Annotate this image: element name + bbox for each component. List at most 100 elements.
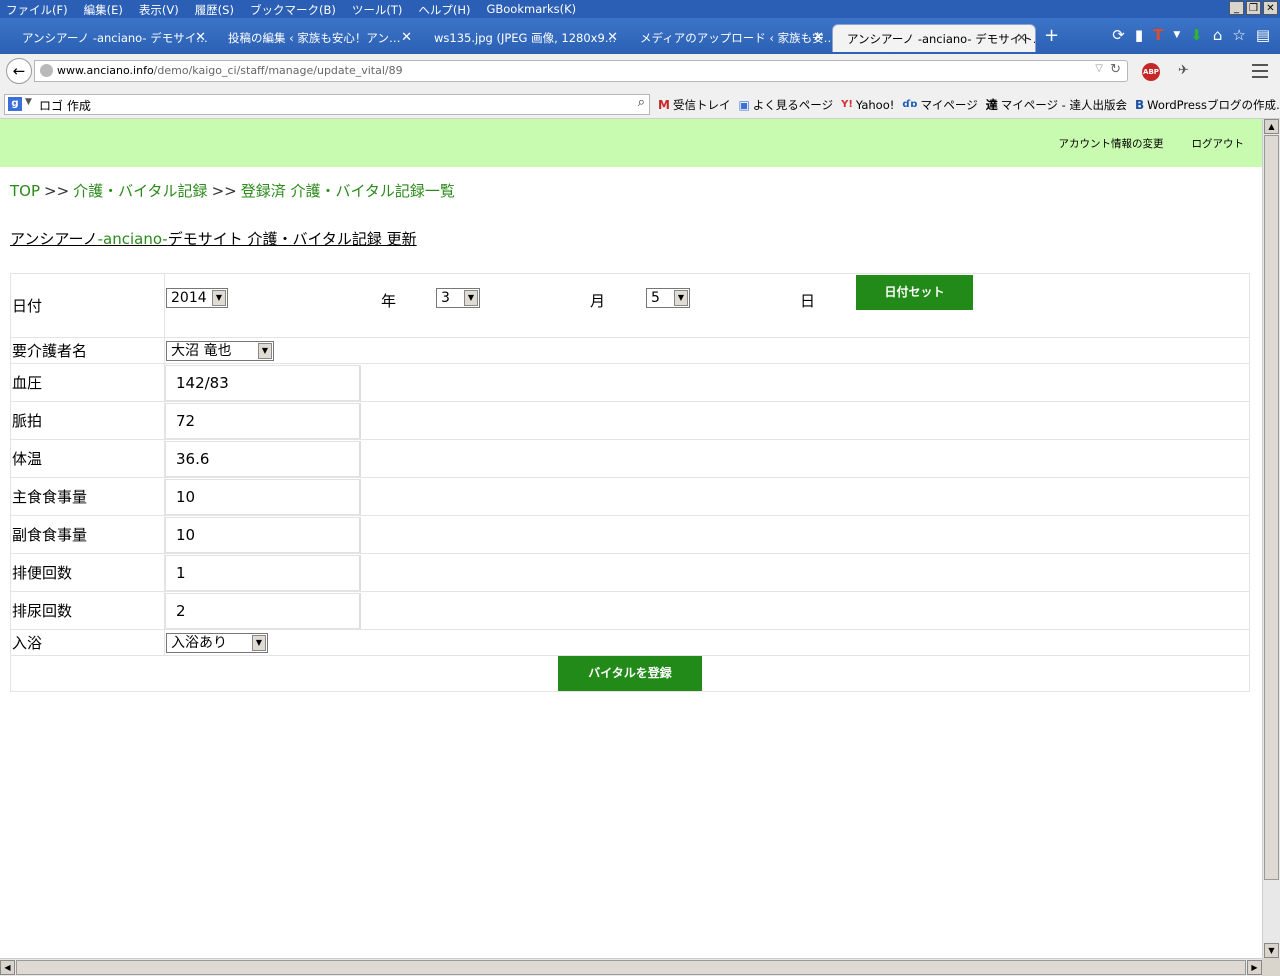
panel-icon[interactable]: ▤ xyxy=(1256,26,1270,44)
restore-icon[interactable]: ❐ xyxy=(1246,1,1261,15)
adblock-icon[interactable]: ABP xyxy=(1142,63,1160,81)
tab-3[interactable]: ws135.jpg (JPEG 画像, 1280x9… ✕ xyxy=(420,24,626,52)
menu-help[interactable]: ヘルプ(H) xyxy=(418,2,470,18)
day-unit: 日 xyxy=(800,292,816,310)
temperature-input[interactable]: 36.6 xyxy=(165,440,361,477)
download-icon[interactable]: ⬇ xyxy=(1190,26,1203,44)
menu-file[interactable]: ファイル(F) xyxy=(6,2,68,18)
logout-link[interactable]: ログアウト xyxy=(1192,136,1245,151)
tab-label: 投稿の編集 ‹ 家族も安心！アン… xyxy=(228,31,401,45)
scrollbar-thumb[interactable] xyxy=(1264,135,1279,880)
breadcrumb-record-list[interactable]: 登録済 介護・バイタル記録一覧 xyxy=(241,182,455,200)
star-icon[interactable]: ☆ xyxy=(1232,26,1245,44)
bowel-count-label: 排便回数 xyxy=(10,553,165,592)
close-tab-icon[interactable]: ✕ xyxy=(1016,25,1027,52)
toolbar-icons: ⟳ ▮ T ▼ ⬇ ⌂ ☆ ▤ xyxy=(1112,26,1270,44)
bath-select[interactable]: 入浴あり ▼ xyxy=(166,632,268,653)
urination-count-label: 排尿回数 xyxy=(10,591,165,630)
bookmark-mypage[interactable]: ɗɒ マイページ xyxy=(902,96,977,113)
tab-1[interactable]: アンシアーノ -anciano- デモサイ… ✕ xyxy=(8,24,214,52)
main-meal-row: 主食食事量 10 xyxy=(10,477,1250,516)
home-icon[interactable]: ⌂ xyxy=(1213,26,1223,44)
tab-label: アンシアーノ -anciano- デモサイ… xyxy=(22,31,208,45)
tab-5-active[interactable]: アンシアーノ -anciano- デモサイト… ✕ xyxy=(832,24,1036,52)
bookmark-frequent[interactable]: ▣ よく見るページ xyxy=(738,96,833,113)
year-select[interactable]: 2014 ▼ xyxy=(166,288,228,308)
chevron-down-icon[interactable]: ▼ xyxy=(212,290,226,306)
menu-hamburger-icon[interactable] xyxy=(1252,64,1268,78)
bookmark-icon[interactable]: ▮ xyxy=(1135,26,1143,44)
tab-4[interactable]: メディアのアップロード ‹ 家族も安… ✕ xyxy=(626,24,832,52)
pulse-label: 脈拍 xyxy=(10,401,165,440)
scrollbar-thumb[interactable] xyxy=(16,960,1246,975)
menu-bookmarks[interactable]: ブックマーク(B) xyxy=(250,2,336,18)
date-set-button[interactable]: 日付セット xyxy=(856,275,973,310)
breadcrumb-top[interactable]: TOP xyxy=(10,182,40,200)
menu-history[interactable]: 履歴(S) xyxy=(195,2,234,18)
search-icon[interactable]: ⌕ xyxy=(638,95,645,110)
main-meal-input[interactable]: 10 xyxy=(165,478,361,515)
side-meal-input[interactable]: 10 xyxy=(165,516,361,553)
register-vitals-button[interactable]: バイタルを登録 xyxy=(558,656,702,691)
urination-count-input[interactable]: 2 xyxy=(165,592,361,629)
horizontal-scrollbar[interactable]: ◀ ▶ xyxy=(0,958,1262,976)
text-tool-icon[interactable]: T xyxy=(1153,26,1163,44)
scroll-down-icon[interactable]: ▼ xyxy=(1264,943,1279,958)
extension-icon[interactable]: ✈ xyxy=(1178,63,1189,81)
blood-pressure-row: 血圧 142/83 xyxy=(10,363,1250,402)
scroll-left-icon[interactable]: ◀ xyxy=(0,960,15,975)
bookmark-inbox[interactable]: M 受信トレイ xyxy=(658,96,730,113)
scroll-right-icon[interactable]: ▶ xyxy=(1247,960,1262,975)
menu-view[interactable]: 表示(V) xyxy=(139,2,179,18)
search-box[interactable]: g ▼ ロゴ 作成 ⌕ xyxy=(4,94,650,115)
chevron-down-icon[interactable]: ▼ xyxy=(464,290,478,306)
menu-gbookmarks[interactable]: GBookmarks(K) xyxy=(486,2,576,18)
minimize-icon[interactable]: _ xyxy=(1229,1,1244,15)
close-tab-icon[interactable]: ✕ xyxy=(813,24,824,52)
vital-form-table: 日付 2014 ▼ 年 3 ▼ 月 5 ▼ 日 日付セット 要介護者名 大沼 竜… xyxy=(10,273,1250,692)
close-tab-icon[interactable]: ✕ xyxy=(401,24,412,52)
patient-select[interactable]: 大沼 竜也 ▼ xyxy=(166,340,274,361)
vertical-scrollbar[interactable]: ▲ ▼ xyxy=(1262,119,1280,958)
chevron-down-icon[interactable]: ▼ xyxy=(25,97,32,107)
url-bar[interactable]: www.anciano.info/demo/kaigo_ci/staff/man… xyxy=(34,60,1128,82)
close-tab-icon[interactable]: ✕ xyxy=(607,24,618,52)
back-arrow-icon[interactable]: ← xyxy=(6,58,32,84)
bath-cell: 入浴あり ▼ xyxy=(164,629,1250,656)
breadcrumb: TOP >> 介護・バイタル記録 >> 登録済 介護・バイタル記録一覧 xyxy=(10,180,455,201)
patient-cell: 大沼 竜也 ▼ xyxy=(164,337,1250,364)
chevron-down-icon[interactable]: ▼ xyxy=(252,634,266,651)
bookmark-wordpress[interactable]: B WordPressブログの作成… xyxy=(1135,96,1280,113)
blood-pressure-input[interactable]: 142/83 xyxy=(165,364,361,401)
close-tab-icon[interactable]: ✕ xyxy=(195,24,206,52)
breadcrumb-care-records[interactable]: 介護・バイタル記録 xyxy=(73,182,207,200)
close-window-icon[interactable]: ✕ xyxy=(1263,1,1278,15)
breadcrumb-separator: >> xyxy=(211,182,237,200)
chevron-down-icon[interactable]: ▼ xyxy=(1173,26,1180,44)
menu-edit[interactable]: 編集(E) xyxy=(84,2,123,18)
month-select[interactable]: 3 ▼ xyxy=(436,288,480,308)
tatsujin-icon: 達 xyxy=(985,98,998,112)
bowel-count-input[interactable]: 1 xyxy=(165,554,361,591)
reload-icon[interactable]: ↻ xyxy=(1110,62,1121,77)
account-settings-link[interactable]: アカウント情報の変更 xyxy=(1059,136,1164,151)
tab-2[interactable]: 投稿の編集 ‹ 家族も安心！アン… ✕ xyxy=(214,24,420,52)
search-input[interactable]: ロゴ 作成 xyxy=(39,97,91,114)
pulse-input[interactable]: 72 xyxy=(165,402,361,439)
day-select[interactable]: 5 ▼ xyxy=(646,288,690,308)
url-dropdown-icon[interactable]: ▽ xyxy=(1095,63,1103,74)
urination-count-row: 排尿回数 2 xyxy=(10,591,1250,630)
google-icon[interactable]: g xyxy=(8,97,22,111)
bookmark-yahoo[interactable]: Y! Yahoo! xyxy=(841,96,894,113)
scroll-up-icon[interactable]: ▲ xyxy=(1264,119,1279,134)
bookmark-tatsujin[interactable]: 達 マイページ - 達人出版会 xyxy=(986,96,1127,113)
page-icon: ▣ xyxy=(738,97,750,112)
chevron-down-icon[interactable]: ▼ xyxy=(258,342,272,359)
bowel-count-row: 排便回数 1 xyxy=(10,553,1250,592)
chevron-down-icon[interactable]: ▼ xyxy=(674,290,688,306)
globe-icon xyxy=(40,64,53,77)
tab-label: メディアのアップロード ‹ 家族も安… xyxy=(640,31,832,45)
menu-tools[interactable]: ツール(T) xyxy=(352,2,403,18)
sync-icon[interactable]: ⟳ xyxy=(1112,26,1125,44)
new-tab-icon[interactable]: + xyxy=(1044,25,1059,46)
